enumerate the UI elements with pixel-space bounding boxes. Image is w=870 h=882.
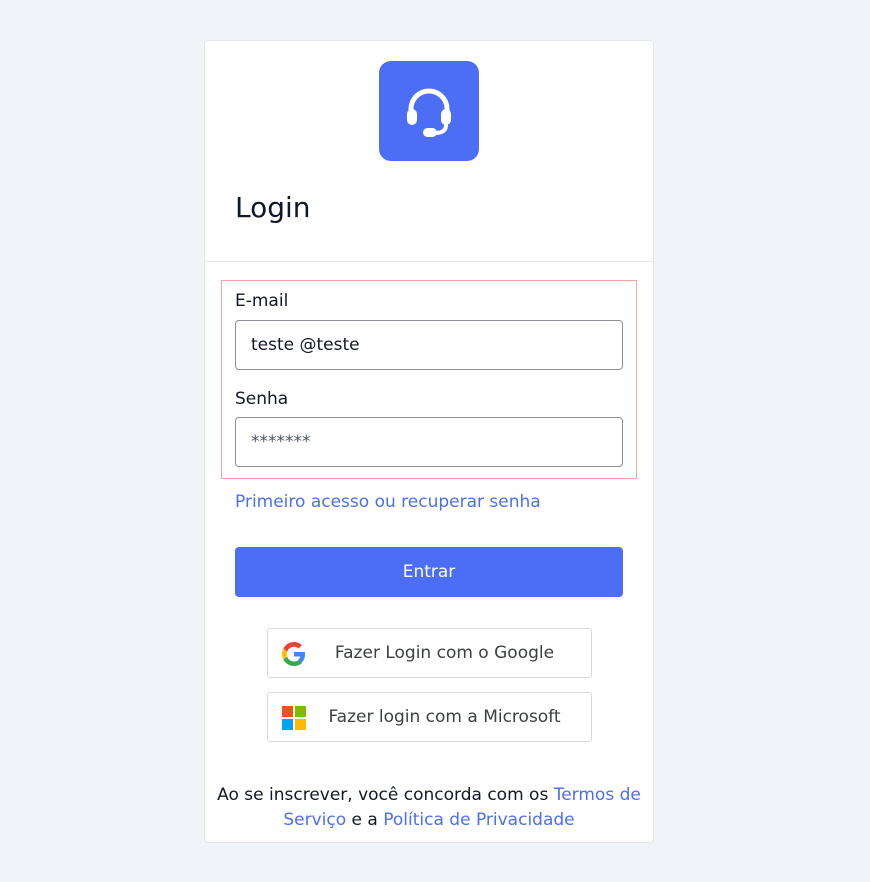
login-button[interactable]: Entrar (235, 547, 623, 597)
microsoft-icon (282, 706, 306, 730)
recover-password-link[interactable]: Primeiro acesso ou recuperar senha (235, 492, 541, 512)
terms-middle: e a (346, 810, 384, 830)
microsoft-login-button[interactable]: Fazer login com a Microsoft (267, 692, 592, 742)
email-field[interactable] (235, 320, 623, 370)
login-card: Login E-mail Senha Primeiro acesso ou re… (204, 40, 654, 843)
password-field[interactable] (235, 417, 623, 467)
headset-icon (407, 88, 451, 137)
google-login-button[interactable]: Fazer Login com o Google (267, 628, 592, 678)
google-login-label: Fazer Login com o Google (334, 643, 555, 663)
terms-text: Ao se inscrever, você concorda com os Te… (205, 783, 653, 833)
app-logo (379, 61, 479, 161)
terms-prefix: Ao se inscrever, você concorda com os (217, 785, 554, 805)
password-label: Senha (235, 389, 289, 409)
privacy-policy-link[interactable]: Política de Privacidade (383, 810, 574, 830)
google-icon (282, 642, 306, 666)
microsoft-login-label: Fazer login com a Microsoft (328, 707, 561, 727)
email-label: E-mail (235, 291, 289, 311)
page-title: Login (235, 191, 311, 224)
divider (205, 261, 653, 262)
